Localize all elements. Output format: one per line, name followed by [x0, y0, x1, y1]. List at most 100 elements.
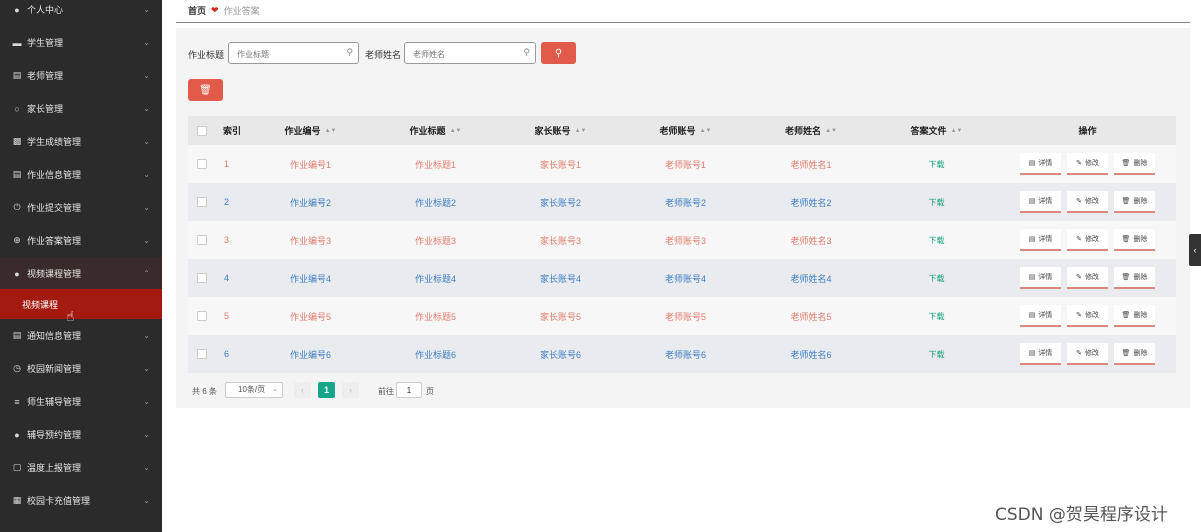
- chevron-down-icon: ⌄: [143, 202, 150, 212]
- batch-delete-button[interactable]: 🗑: [188, 79, 223, 101]
- sidebar-item-label: 通知信息管理: [27, 331, 82, 341]
- sidebar-item-parents[interactable]: ○ 家长管理 ⌄: [0, 92, 162, 125]
- cell-teacher-name: 老师姓名2: [790, 197, 832, 208]
- sidebar-subitem-label: 视频课程: [22, 299, 59, 310]
- download-link[interactable]: 下载: [874, 145, 999, 183]
- header-answer-file[interactable]: 答案文件 ▲▼: [874, 116, 999, 145]
- detail-button[interactable]: ▤ 详情: [1020, 153, 1061, 175]
- row-checkbox[interactable]: [188, 335, 216, 373]
- cell-parent-acct: 家长账号3: [539, 235, 581, 246]
- chevron-down-icon: ⌄: [143, 70, 150, 80]
- sidebar-item-appointments[interactable]: ● 辅导预约管理 ⌄: [0, 418, 162, 451]
- table-row: 3 作业编号3 作业标题3 家长账号3 老师账号3 老师姓名3 下载 ▤ 详情 ✎ 修改 🗑 删除: [188, 221, 1176, 259]
- prev-page-button[interactable]: ‹: [294, 382, 311, 398]
- sidebar-item-video-courses[interactable]: ● 视频课程管理 ⌃: [0, 257, 162, 290]
- delete-button[interactable]: 🗑 删除: [1114, 153, 1155, 175]
- sidebar-item-label: 视频课程管理: [27, 269, 82, 279]
- delete-button[interactable]: 🗑 删除: [1114, 191, 1155, 213]
- chevron-down-icon: ⌄: [143, 235, 150, 245]
- edit-button[interactable]: ✎ 修改: [1067, 153, 1108, 175]
- detail-button[interactable]: ▤ 详情: [1020, 305, 1061, 327]
- chevron-down-icon: ⌄: [143, 169, 150, 179]
- sidebar-item-teachers[interactable]: ▤ 老师管理 ⌄: [0, 59, 162, 92]
- sidebar-item-card-topup[interactable]: ▦ 校园卡充值管理 ⌄: [0, 484, 162, 517]
- cell-teacher-acct: 老师账号6: [664, 349, 706, 360]
- sliders-icon: ≡: [14, 396, 20, 407]
- sidebar-item-tutoring[interactable]: ≡ 师生辅导管理 ⌄: [0, 385, 162, 418]
- header-hw-no[interactable]: 作业编号 ▲▼: [248, 116, 373, 145]
- sidebar-item-homework-submit[interactable]: ⏻ 作业提交管理 ⌄: [0, 191, 162, 224]
- page-number-button[interactable]: 1: [318, 382, 335, 398]
- sidebar-item-personal-center[interactable]: ● 个人中心 ⌄: [0, 0, 162, 26]
- delete-button[interactable]: 🗑 删除: [1114, 343, 1155, 365]
- document-icon: ▤: [1028, 198, 1036, 205]
- download-link[interactable]: 下载: [874, 221, 999, 259]
- download-link[interactable]: 下载: [874, 183, 999, 221]
- row-checkbox[interactable]: [188, 221, 216, 259]
- cell-hw-title: 作业标题2: [414, 197, 456, 208]
- header-teacher-acct[interactable]: 老师账号 ▲▼: [623, 116, 748, 145]
- breadcrumb-home[interactable]: 首页: [188, 4, 206, 17]
- download-link[interactable]: 下载: [874, 335, 999, 373]
- heart-icon: ❤: [211, 5, 219, 15]
- sort-icon: ▲▼: [825, 127, 837, 134]
- cell-hw-no: 作业编号1: [289, 159, 331, 170]
- sidebar-item-homework-info[interactable]: ▤ 作业信息管理 ⌄: [0, 158, 162, 191]
- download-link[interactable]: 下载: [874, 297, 999, 335]
- cell-parent-acct: 家长账号2: [539, 197, 581, 208]
- homework-title-search[interactable]: ⚲: [228, 42, 359, 65]
- cell-teacher-name: 老师姓名6: [790, 349, 832, 360]
- table-header: 索引 作业编号 ▲▼ 作业标题 ▲▼ 家长账号 ▲▼ 老师账号 ▲▼ 老师姓名 ▲▼ 答案…: [188, 116, 1176, 145]
- sidebar-item-label: 校园新闻管理: [27, 364, 82, 374]
- detail-button[interactable]: ▤ 详情: [1020, 229, 1061, 251]
- edit-button[interactable]: ✎ 修改: [1067, 229, 1108, 251]
- sidebar-subitem-video-course[interactable]: 视频课程: [0, 289, 162, 319]
- breadcrumb-current: 作业答案: [223, 6, 260, 16]
- chevron-down-icon: ⌄: [143, 396, 150, 406]
- cell-parent-acct: 家长账号1: [539, 159, 581, 170]
- row-checkbox[interactable]: [188, 183, 216, 221]
- edit-button[interactable]: ✎ 修改: [1067, 191, 1108, 213]
- sidebar-item-more[interactable]: ● ⌄: [0, 517, 162, 532]
- homework-title-label: 作业标题: [188, 50, 225, 60]
- delete-button[interactable]: 🗑 删除: [1114, 267, 1155, 289]
- header-teacher-name[interactable]: 老师姓名 ▲▼: [748, 116, 874, 145]
- detail-button[interactable]: ▤ 详情: [1020, 191, 1061, 213]
- download-link[interactable]: 下载: [874, 259, 999, 297]
- goto-page-input[interactable]: 1: [396, 382, 422, 398]
- cell-hw-no: 作业编号3: [289, 235, 331, 246]
- next-page-button[interactable]: ›: [342, 382, 359, 398]
- select-all-checkbox[interactable]: [188, 116, 216, 145]
- sidebar-item-notices[interactable]: ▤ 通知信息管理 ⌄: [0, 319, 162, 352]
- teacher-name-input[interactable]: [405, 43, 515, 65]
- document-icon: ▤: [1028, 312, 1036, 319]
- search-button[interactable]: ⚲: [541, 42, 576, 64]
- header-hw-title[interactable]: 作业标题 ▲▼: [373, 116, 498, 145]
- chevron-down-icon: ⌄: [143, 4, 150, 14]
- header-parent-acct[interactable]: 家长账号 ▲▼: [498, 116, 623, 145]
- row-checkbox[interactable]: [188, 297, 216, 335]
- cell-teacher-acct: 老师账号1: [664, 159, 706, 170]
- trash-icon: 🗑: [1121, 274, 1131, 281]
- sidebar-item-grades[interactable]: ▩ 学生成绩管理 ⌄: [0, 125, 162, 158]
- edit-button[interactable]: ✎ 修改: [1067, 305, 1108, 327]
- edit-button[interactable]: ✎ 修改: [1067, 343, 1108, 365]
- delete-button[interactable]: 🗑 删除: [1114, 305, 1155, 327]
- page-suffix: 页: [426, 387, 434, 396]
- sidebar-item-students[interactable]: ▬ 学生管理 ⌄: [0, 26, 162, 59]
- teacher-name-search[interactable]: ⚲: [404, 42, 536, 65]
- delete-button[interactable]: 🗑 删除: [1114, 229, 1155, 251]
- page-size-select[interactable]: 10条/页 ⌄: [225, 382, 283, 398]
- chevron-down-icon: ⌄: [143, 363, 150, 373]
- row-checkbox[interactable]: [188, 145, 216, 183]
- homework-title-input[interactable]: [229, 43, 339, 65]
- chevron-down-icon: ⌄: [272, 386, 278, 393]
- row-checkbox[interactable]: [188, 259, 216, 297]
- sidebar-item-temperature[interactable]: ▢ 温度上报管理 ⌄: [0, 451, 162, 484]
- detail-button[interactable]: ▤ 详情: [1020, 267, 1061, 289]
- edit-button[interactable]: ✎ 修改: [1067, 267, 1108, 289]
- side-collapse-tab[interactable]: ‹: [1189, 234, 1201, 266]
- sidebar-item-homework-answer[interactable]: ⊕ 作业答案管理 ⌄: [0, 224, 162, 257]
- detail-button[interactable]: ▤ 详情: [1020, 343, 1061, 365]
- sidebar-item-news[interactable]: ◷ 校园新闻管理 ⌄: [0, 352, 162, 385]
